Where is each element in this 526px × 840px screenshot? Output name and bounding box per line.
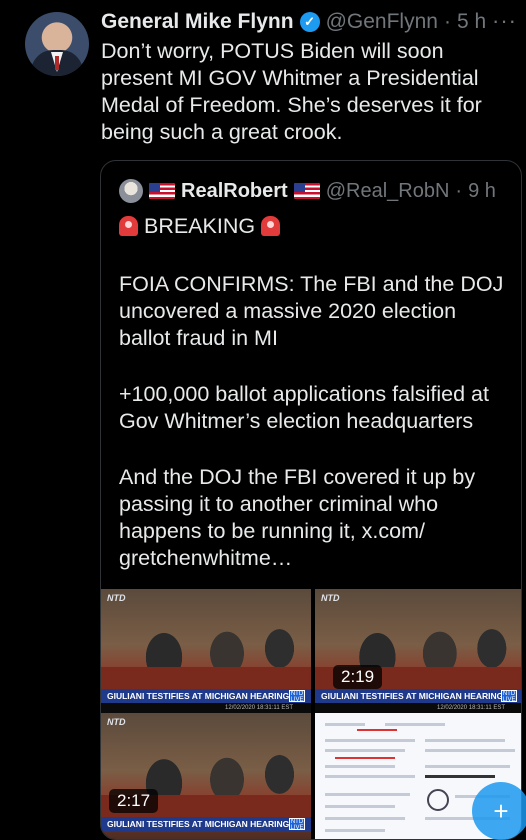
news-banner: GIULIANI TESTIFIES AT MICHIGAN HEARING [101, 817, 311, 831]
author-avatar[interactable] [25, 12, 89, 76]
doc-line [425, 739, 505, 742]
doc-highlight [357, 729, 397, 731]
breaking-label: BREAKING [143, 214, 256, 238]
doc-line [385, 723, 445, 726]
doc-line [325, 775, 415, 778]
media-video-2[interactable]: NTD GIULIANI TESTIFIES AT MICHIGAN HEARI… [315, 589, 521, 713]
doc-redaction [425, 775, 495, 778]
ntd-live-badge: NTD LIVE [289, 818, 305, 831]
quoted-author-handle[interactable]: @Real_RobN [326, 180, 450, 203]
avatar-tie [55, 56, 59, 70]
media-video-1[interactable]: NTD GIULIANI TESTIFIES AT MICHIGAN HEARI… [101, 589, 311, 713]
doc-line [325, 817, 405, 820]
news-banner: GIULIANI TESTIFIES AT MICHIGAN HEARING [101, 689, 311, 703]
quoted-author-name[interactable]: RealRobert [181, 180, 288, 203]
doc-line [325, 793, 410, 796]
doc-line [325, 805, 395, 808]
doc-line [325, 749, 405, 752]
ntd-logo: NTD [107, 593, 126, 603]
video-duration: 2:19 [333, 665, 383, 689]
quoted-paragraph-2: +100,000 ballot applications falsified a… [119, 382, 489, 433]
ntd-live-badge: NTD LIVE [289, 690, 305, 703]
doc-line [325, 765, 395, 768]
ntd-logo: NTD [321, 593, 340, 603]
doc-line [425, 765, 510, 768]
media-video-3[interactable]: NTD GIULIANI TESTIFIES AT MICHIGAN HEARI… [101, 713, 311, 839]
video-timestamp: 12/02/2020 18:31:11 EST [101, 703, 311, 713]
us-flag-icon [293, 183, 320, 199]
author-name[interactable]: General Mike Flynn [101, 10, 294, 34]
quoted-tweet-header: RealRobert @Real_RobN · 9 h [119, 179, 496, 203]
quoted-author-avatar[interactable] [119, 179, 143, 203]
police-light-icon [261, 216, 281, 236]
quoted-paragraph-3: And the DOJ the FBI covered it up by pas… [119, 465, 476, 570]
verified-badge-icon: ✓ [299, 12, 320, 32]
breaking-line: BREAKING [119, 213, 511, 240]
ntd-live-badge: NTD LIVE [501, 690, 517, 703]
doc-highlight [335, 757, 395, 759]
doc-line [325, 739, 415, 742]
quoted-tweet-card[interactable]: RealRobert @Real_RobN · 9 h BREAKING FOI… [100, 160, 522, 840]
quoted-paragraph-1: FOIA CONFIRMS: The FBI and the DOJ uncov… [119, 272, 504, 350]
tweet-text: Don’t worry, POTUS Biden will soon prese… [101, 39, 482, 144]
police-light-icon [119, 216, 138, 236]
header-separator: · [443, 10, 451, 33]
doc-line [325, 723, 365, 726]
doc-seal-icon [427, 789, 449, 811]
tweet-header: General Mike Flynn ✓ @GenFlynn · 5 h [101, 8, 486, 36]
video-duration: 2:17 [109, 789, 159, 813]
hearing-desk [101, 667, 311, 691]
video-timestamp: 12/02/2020 18:31:11 EST [315, 703, 521, 713]
quoted-tweet-time[interactable]: 9 h [468, 180, 496, 203]
doc-line [425, 749, 515, 752]
more-options-icon[interactable]: ··· [492, 8, 517, 34]
compose-plus-icon[interactable]: + [472, 782, 526, 840]
quoted-header-separator: · [455, 179, 463, 202]
author-handle[interactable]: @GenFlynn [326, 10, 438, 34]
us-flag-icon [149, 183, 175, 199]
ntd-logo: NTD [107, 717, 126, 727]
tweet-time[interactable]: 5 h [457, 10, 486, 34]
doc-line [325, 829, 385, 832]
news-banner: GIULIANI TESTIFIES AT MICHIGAN HEARING [315, 689, 521, 703]
